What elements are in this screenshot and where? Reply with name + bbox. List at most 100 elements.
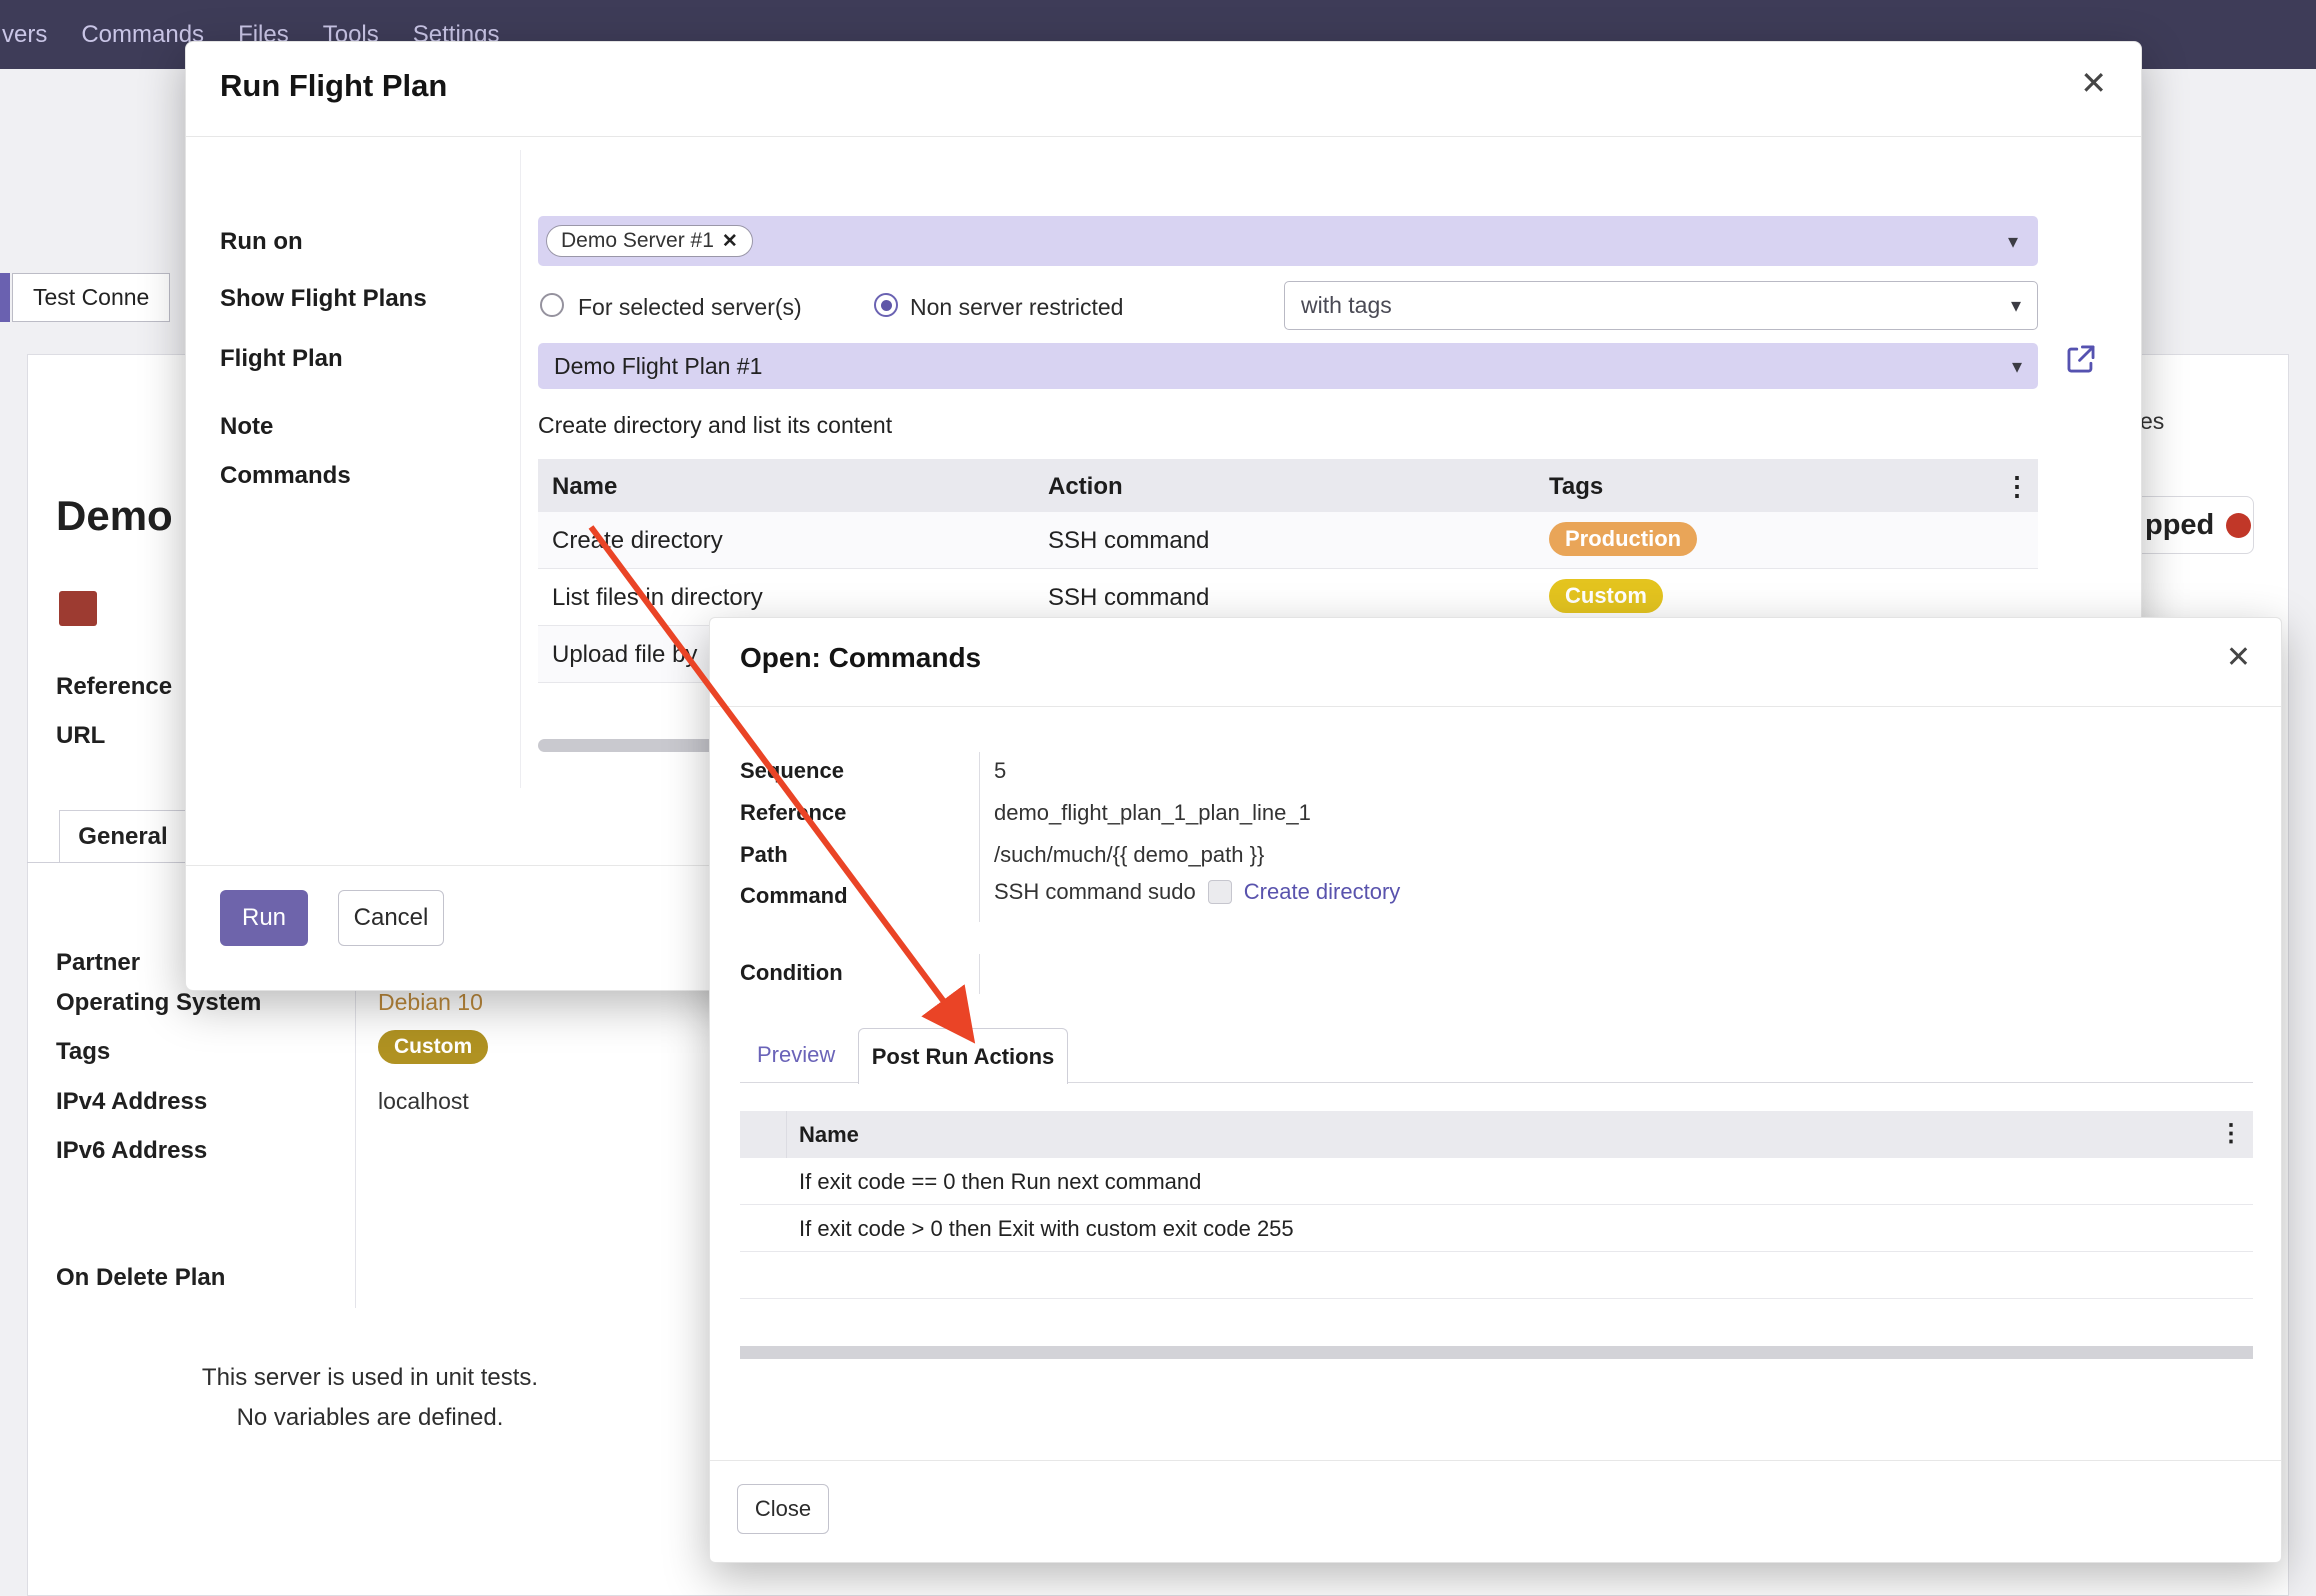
label-partner: Partner: [56, 949, 140, 977]
tab-post-run-actions-label: Post Run Actions: [872, 1044, 1055, 1070]
value-path: /such/much/{{ demo_path }}: [994, 842, 1264, 868]
table-row-empty[interactable]: [740, 1252, 2253, 1299]
radio-non-server-restricted-label[interactable]: Non server restricted: [910, 294, 1123, 321]
value-ipv4: localhost: [378, 1088, 469, 1115]
select-column[interactable]: [740, 1111, 787, 1158]
cell-name: Upload file by: [552, 641, 697, 669]
column-name[interactable]: Name: [799, 1122, 859, 1148]
value-command: SSH command sudo: [994, 879, 1196, 905]
label-sequence: Sequence: [740, 758, 844, 784]
open-commands-dialog: Open: Commands ✕ Sequence 5 Reference de…: [709, 617, 2282, 1563]
label-condition: Condition: [740, 960, 843, 986]
record-title: Demo: [56, 492, 173, 540]
close-button[interactable]: Close: [737, 1484, 829, 1534]
label-tags: Tags: [56, 1038, 110, 1066]
label-note: Note: [220, 413, 273, 441]
column-tags[interactable]: Tags: [1549, 473, 1603, 501]
flight-plan-select[interactable]: Demo Flight Plan #1 ▾: [538, 343, 2038, 389]
status-red-dot-icon: [2226, 513, 2251, 538]
run-button[interactable]: Run: [220, 890, 308, 946]
color-swatch[interactable]: [59, 591, 97, 626]
kebab-menu-icon[interactable]: ⋮: [2219, 1119, 2243, 1148]
label-ipv4: IPv4 Address: [56, 1088, 207, 1116]
command-value-row: SSH command sudo Create directory: [994, 879, 1400, 905]
footer-divider: [710, 1460, 2281, 1461]
label-ipv6: IPv6 Address: [56, 1137, 207, 1165]
kebab-menu-icon[interactable]: ⋮: [2004, 471, 2030, 502]
run-on-field[interactable]: Demo Server #1 ✕ ▾: [538, 216, 2038, 266]
tag-badge-custom[interactable]: Custom: [378, 1030, 488, 1064]
label-flight-plan: Flight Plan: [220, 345, 343, 373]
header-divider: [710, 706, 2281, 707]
horizontal-scrollbar[interactable]: [740, 1346, 2253, 1359]
note-line-1: This server is used in unit tests.: [120, 1358, 620, 1398]
table-row[interactable]: If exit code > 0 then Exit with custom e…: [740, 1205, 2253, 1252]
chevron-down-icon[interactable]: ▾: [2012, 354, 2022, 379]
tab-general-label: General: [78, 823, 167, 851]
cut-button-edge: [0, 273, 10, 322]
label-operating-system: Operating System: [56, 989, 261, 1017]
label-commands: Commands: [220, 462, 351, 490]
server-notes: This server is used in unit tests. No va…: [120, 1358, 620, 1438]
cell-name: If exit code == 0 then Run next command: [799, 1169, 1201, 1195]
with-tags-select[interactable]: with tags ▾: [1284, 281, 2038, 330]
toolbar-fragment: es: [2140, 408, 2164, 435]
close-icon[interactable]: ✕: [2226, 640, 2251, 675]
tab-post-run-actions[interactable]: Post Run Actions: [858, 1028, 1068, 1084]
chevron-down-icon[interactable]: ▾: [2008, 229, 2018, 254]
cancel-button[interactable]: Cancel: [338, 890, 444, 946]
label-command: Command: [740, 883, 848, 909]
status-text: pped: [2145, 509, 2214, 542]
close-icon[interactable]: ✕: [2080, 64, 2107, 102]
command-checkbox[interactable]: [1208, 880, 1232, 904]
field-column-divider: [979, 954, 980, 994]
cell-action: SSH command: [1048, 584, 1209, 612]
label-column-divider: [520, 150, 521, 788]
cell-name: Create directory: [552, 527, 723, 555]
radio-selected-servers[interactable]: [540, 293, 564, 317]
tab-underline: [27, 862, 187, 863]
radio-selected-dot: [881, 300, 892, 311]
column-name[interactable]: Name: [552, 473, 617, 501]
chip-remove-icon[interactable]: ✕: [722, 230, 738, 253]
label-path: Path: [740, 842, 788, 868]
table-row[interactable]: If exit code == 0 then Run next command: [740, 1158, 2253, 1205]
page: vers Commands Files Tools Settings Test …: [0, 0, 2316, 1596]
field-column-divider: [979, 752, 980, 922]
server-chip-label: Demo Server #1: [561, 229, 714, 253]
chevron-down-icon[interactable]: ▾: [2011, 293, 2021, 318]
dialog-title: Open: Commands: [740, 642, 981, 674]
note-value: Create directory and list its content: [538, 412, 892, 439]
label-run-on: Run on: [220, 228, 303, 256]
commands-table-header: Name Action Tags ⋮: [538, 459, 2038, 512]
value-operating-system[interactable]: Debian 10: [378, 989, 483, 1016]
value-reference: demo_flight_plan_1_plan_line_1: [994, 800, 1311, 826]
tag-badge-production: Production: [1549, 522, 1697, 556]
post-run-actions-table: Name ⋮ If exit code == 0 then Run next c…: [740, 1111, 2253, 1299]
tag-badge-custom: Custom: [1549, 579, 1663, 613]
header-divider: [186, 136, 2141, 137]
external-link-icon[interactable]: [2064, 342, 2098, 376]
cell-name: If exit code > 0 then Exit with custom e…: [799, 1216, 1294, 1242]
with-tags-placeholder: with tags: [1301, 292, 1392, 319]
label-reference: Reference: [740, 800, 846, 826]
server-chip[interactable]: Demo Server #1 ✕: [546, 225, 753, 257]
create-directory-link[interactable]: Create directory: [1244, 879, 1401, 905]
label-show-flight-plans: Show Flight Plans: [220, 285, 427, 313]
radio-selected-servers-label[interactable]: For selected server(s): [578, 294, 802, 321]
cell-action: SSH command: [1048, 527, 1209, 555]
tab-general[interactable]: General: [59, 810, 187, 863]
tab-preview[interactable]: Preview: [757, 1042, 835, 1068]
test-connection-button[interactable]: Test Conne: [12, 273, 170, 322]
nav-item-servers[interactable]: vers: [2, 21, 47, 49]
value-sequence: 5: [994, 758, 1006, 784]
cell-name: List files in directory: [552, 584, 763, 612]
post-run-actions-header: Name ⋮: [740, 1111, 2253, 1158]
table-row[interactable]: Create directory SSH command Production: [538, 512, 2038, 569]
dialog-title: Run Flight Plan: [220, 68, 447, 104]
note-line-2: No variables are defined.: [120, 1398, 620, 1438]
label-url: URL: [56, 722, 105, 750]
radio-non-server-restricted[interactable]: [874, 293, 898, 317]
column-action[interactable]: Action: [1048, 473, 1123, 501]
label-reference: Reference: [56, 673, 172, 701]
